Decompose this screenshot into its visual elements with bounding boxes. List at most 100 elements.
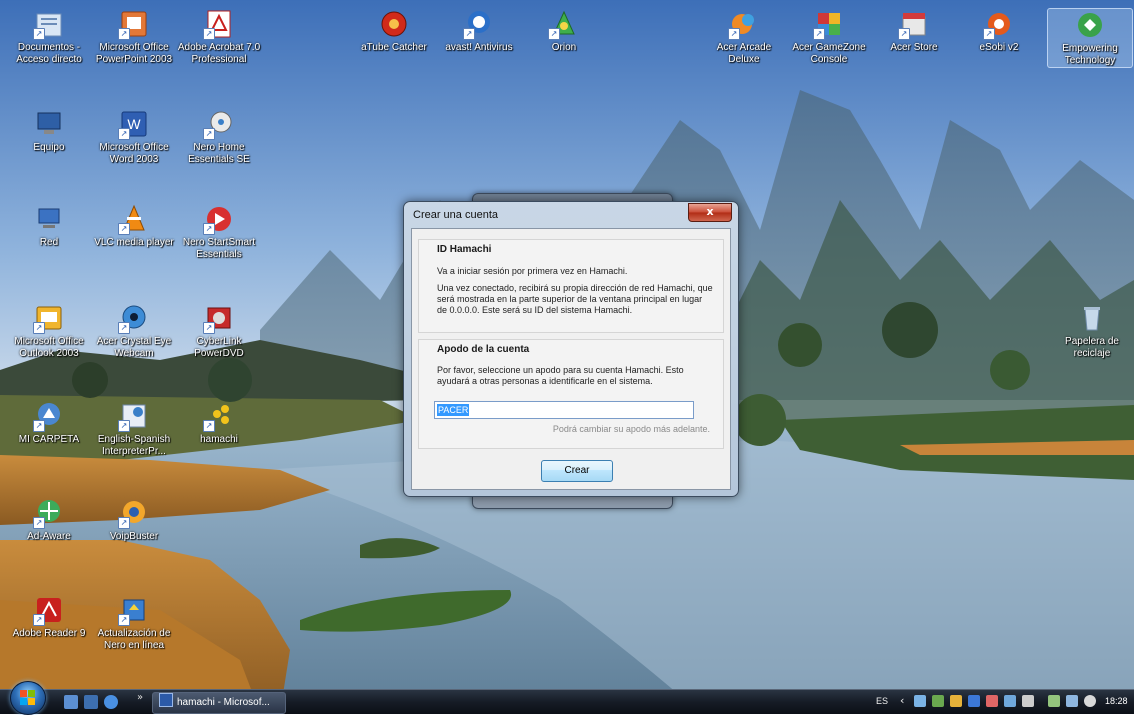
desktop-icon-label: Adobe Acrobat 7.0 Professional: [177, 42, 261, 65]
desktop-icon-recycle-bin[interactable]: Papelera de reciclaje: [1050, 302, 1134, 360]
taskbar-button-label: hamachi - Microsof...: [177, 697, 270, 708]
hamachi-icon: ↗: [203, 400, 235, 432]
tray-app-icon-2[interactable]: [968, 695, 980, 707]
desktop-icon-orion[interactable]: ↗ Orion: [522, 8, 606, 54]
clock[interactable]: 18:28: [1105, 696, 1128, 706]
nickname-input-box[interactable]: PACER: [434, 401, 697, 419]
dialog-title: Crear una cuenta: [413, 209, 498, 221]
desktop-icon-label: avast! Antivirus: [445, 42, 513, 53]
nero-update-icon: ↗: [118, 594, 150, 626]
desktop-icon-red[interactable]: Red: [7, 203, 91, 249]
volume-icon[interactable]: [1084, 695, 1096, 707]
powerdvd-icon: ↗: [203, 302, 235, 334]
desktop-icon-label: Adobe Reader 9: [12, 628, 86, 639]
desktop-icon-ad-aware[interactable]: ↗ Ad-Aware: [7, 497, 91, 543]
desktop-icon-hamachi[interactable]: ↗ hamachi: [177, 400, 261, 446]
esobi-icon: ↗: [983, 8, 1015, 40]
desktop-icon-label: Actualización de Nero en línea: [97, 628, 171, 651]
tray-app-icon[interactable]: [950, 695, 962, 707]
desktop-icon-esobi[interactable]: ↗ eSobi v2: [957, 8, 1041, 54]
acrobat-icon: ↗: [203, 8, 235, 40]
desktop-icon-label: Red: [39, 237, 59, 248]
hamachi-id-heading: ID Hamachi: [437, 244, 492, 255]
word-icon: W ↗: [118, 108, 150, 140]
desktop-icon-label: Microsoft Office Word 2003: [99, 142, 169, 165]
folder-icon: ↗: [33, 8, 65, 40]
desktop-icon-label: Orion: [551, 42, 577, 53]
desktop-icon-equipo[interactable]: Equipo: [7, 108, 91, 154]
nickname-input[interactable]: [435, 402, 697, 418]
desktop-icon-label: Acer GameZone Console: [792, 42, 866, 65]
desktop-icon-avast[interactable]: ↗ avast! Antivirus: [437, 8, 521, 54]
tray-network-status-icon[interactable]: [932, 695, 944, 707]
empowering-technology-icon: [1074, 9, 1106, 41]
acer-arcade-icon: ↗: [728, 8, 760, 40]
desktop-icon-label: eSobi v2: [979, 42, 1019, 53]
desktop-icon-acer-store[interactable]: ↗ Acer Store: [872, 8, 956, 54]
nickname-heading: Apodo de la cuenta: [437, 344, 530, 355]
desktop-icon-word[interactable]: W ↗ Microsoft Office Word 2003: [92, 108, 176, 166]
desktop-icon-vlc[interactable]: ↗ VLC media player: [92, 203, 176, 249]
desktop-icon-label: MI CARPETA: [18, 434, 80, 445]
store-icon: ↗: [898, 8, 930, 40]
start-button[interactable]: [10, 681, 46, 715]
desktop-icon-voipbuster[interactable]: ↗ VoipBuster: [92, 497, 176, 543]
atube-catcher-icon: [378, 8, 410, 40]
desktop-icon-label: Ad-Aware: [27, 531, 71, 542]
tray-power-icon[interactable]: [1066, 695, 1078, 707]
create-button[interactable]: Crear: [541, 460, 613, 482]
orion-icon: ↗: [548, 8, 580, 40]
switch-windows-icon[interactable]: [84, 695, 98, 709]
desktop-icon-label: aTube Catcher: [361, 42, 427, 53]
desktop-icon-label: Nero StartSmart Essentials: [182, 237, 256, 260]
desktop-icon-mi-carpeta[interactable]: ↗ MI CARPETA: [7, 400, 91, 446]
desktop-icon-acer-arcade[interactable]: ↗ Acer Arcade Deluxe: [702, 8, 786, 66]
desktop-icon-empowering[interactable]: Empowering Technology: [1047, 8, 1133, 68]
outlook-icon: ↗: [33, 302, 65, 334]
desktop-icon-interpreter[interactable]: ↗ English-Spanish InterpreterPr...: [92, 400, 176, 458]
desktop-icon-crystal-eye[interactable]: ↗ Acer Crystal Eye Webcam: [92, 302, 176, 360]
desktop-icon-powerpoint[interactable]: ↗ Microsoft Office PowerPoint 2003: [92, 8, 176, 66]
quicklaunch-chevron-icon[interactable]: »: [137, 692, 143, 703]
desktop-icon-nero-startsmart[interactable]: ↗ Nero StartSmart Essentials: [177, 203, 261, 261]
tray-app-icon-4[interactable]: [1004, 695, 1016, 707]
ad-aware-icon: ↗: [33, 497, 65, 529]
desktop-icon-adobe-reader[interactable]: ↗ Adobe Reader 9: [7, 594, 91, 640]
desktop-icon-documentos[interactable]: ↗ Documentos - Acceso directo: [7, 8, 91, 66]
show-desktop-icon[interactable]: [64, 695, 78, 709]
desktop-icon-nero-home[interactable]: ↗ Nero Home Essentials SE: [177, 108, 261, 166]
tray-hamachi-icon[interactable]: [914, 695, 926, 707]
tray-network-icon[interactable]: [1048, 695, 1060, 707]
create-account-dialog: Crear una cuenta x ID Hamachi Va a inici…: [403, 201, 739, 497]
desktop-icon-label: VLC media player: [94, 237, 174, 248]
internet-explorer-icon[interactable]: [104, 695, 118, 709]
webcam-icon: ↗: [118, 302, 150, 334]
dialog-titlebar[interactable]: Crear una cuenta x: [404, 202, 738, 228]
desktop-icon-atube-catcher[interactable]: aTube Catcher: [352, 8, 436, 54]
desktop-icon-label: Nero Home Essentials SE: [188, 142, 250, 165]
desktop-icon-label: VoipBuster: [109, 531, 159, 542]
taskbar-button-hamachi[interactable]: hamachi - Microsof...: [152, 692, 286, 714]
tray-app-icon-3[interactable]: [986, 695, 998, 707]
nero-startsmart-icon: ↗: [203, 203, 235, 235]
avast-icon: ↗: [463, 8, 495, 40]
desktop-icon-label: English-Spanish InterpreterPr...: [97, 434, 171, 457]
desktop-icon-label: Acer Arcade Deluxe: [716, 42, 772, 65]
nickname-hint: Podrá cambiar su apodo más adelante.: [552, 424, 710, 434]
voipbuster-icon: ↗: [118, 497, 150, 529]
desktop-icon-nero-update[interactable]: ↗ Actualización de Nero en línea: [92, 594, 176, 652]
desktop-icon-label: Microsoft Office Outlook 2003: [14, 336, 84, 359]
show-hidden-icons-icon[interactable]: ‹: [900, 694, 904, 707]
nickname-instructions: Por favor, seleccione un apodo para su c…: [437, 365, 684, 386]
desktop-icon-outlook[interactable]: ↗ Microsoft Office Outlook 2003: [7, 302, 91, 360]
language-indicator[interactable]: ES: [876, 696, 888, 706]
desktop-icon-acer-gamezone[interactable]: ↗ Acer GameZone Console: [787, 8, 871, 66]
close-button[interactable]: x: [688, 203, 732, 222]
desktop-icon-powerdvd[interactable]: ↗ CyberLink PowerDVD: [177, 302, 261, 360]
tray-app-icon-5[interactable]: [1022, 695, 1034, 707]
windows-flag-icon: [20, 690, 35, 705]
close-icon: x: [706, 205, 714, 218]
desktop-icon-label: hamachi: [200, 434, 238, 445]
desktop-icon-acrobat[interactable]: ↗ Adobe Acrobat 7.0 Professional: [177, 8, 261, 66]
word-document-icon: [159, 693, 173, 707]
